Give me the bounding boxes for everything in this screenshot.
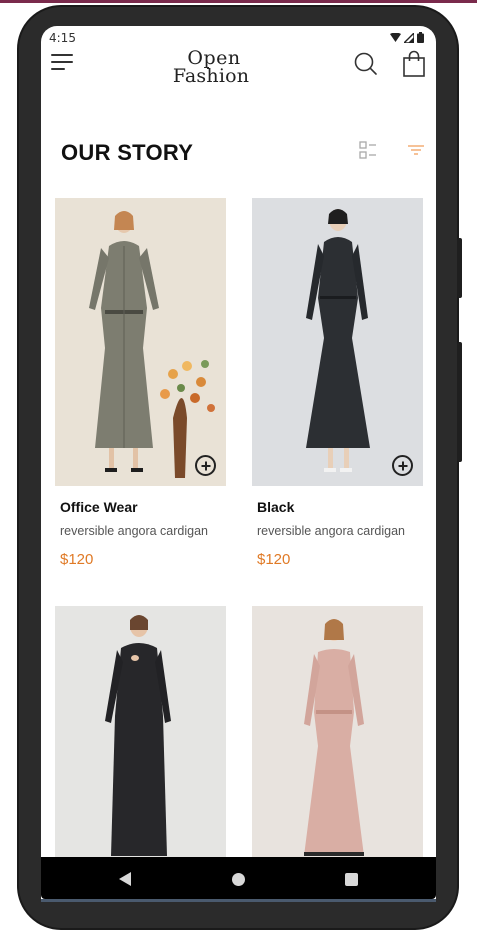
system-nav-bar [41,857,436,899]
product-image[interactable] [252,606,423,894]
product-card[interactable] [55,606,226,894]
home-icon[interactable] [232,873,245,886]
grey-dress-photo [55,198,226,486]
app-screen: 4:15 Open Fashion OUR STORY Office Wear … [41,26,436,902]
product-card[interactable]: Black reversible angora cardigan $120 [252,198,423,568]
product-name[interactable]: Black [257,499,294,515]
recents-icon[interactable] [345,873,358,886]
black-midi-dress-photo [55,606,226,894]
list-view-icon[interactable] [359,141,377,161]
black-dress-photo [252,198,423,486]
back-icon[interactable] [119,872,131,886]
section-title: OUR STORY [61,140,194,165]
volume-button [457,342,462,462]
app-header: Open Fashion [41,46,436,96]
filter-icon[interactable] [407,143,425,157]
status-icons [390,32,424,43]
status-bar: 4:15 [41,26,436,48]
product-image[interactable] [252,198,423,486]
app-logo[interactable]: Open Fashion [173,48,255,85]
add-to-cart-icon[interactable] [195,455,216,476]
wifi-icon [390,33,401,42]
nav-underline [41,899,436,902]
product-price: $120 [257,551,291,568]
product-card[interactable]: Office Wear reversible angora cardigan $… [55,198,226,568]
search-icon[interactable] [353,51,379,77]
shopping-bag-icon[interactable] [401,50,427,78]
product-name[interactable]: Office Wear [60,499,138,515]
signal-icon [404,32,414,43]
add-to-cart-icon[interactable] [392,455,413,476]
pink-dress-photo [252,606,423,894]
product-image[interactable] [55,606,226,894]
product-description: reversible angora cardigan [60,524,209,538]
product-image[interactable] [55,198,226,486]
product-price: $120 [60,551,94,568]
product-card[interactable] [252,606,423,894]
window-top-accent [0,0,477,3]
battery-icon [417,32,424,43]
product-description: reversible angora cardigan [257,524,406,538]
status-time: 4:15 [49,31,76,45]
logo-line2: Fashion [172,65,250,88]
menu-icon[interactable] [51,54,75,72]
power-button [457,238,462,298]
